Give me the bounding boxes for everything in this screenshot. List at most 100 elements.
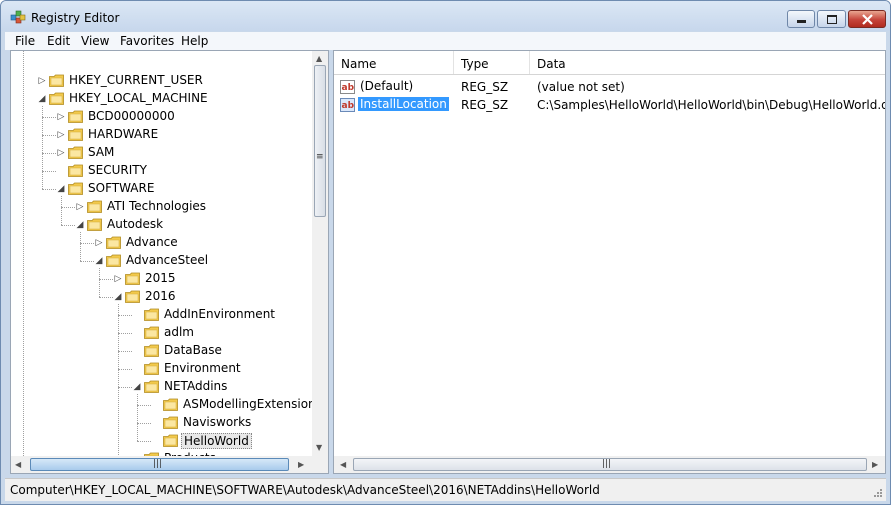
folder-icon xyxy=(106,254,121,267)
scroll-down-icon[interactable]: ▼ xyxy=(316,443,322,452)
expanded-arrow-icon[interactable]: ◢ xyxy=(94,256,104,266)
scroll-right-icon[interactable]: ▶ xyxy=(872,460,878,469)
close-icon xyxy=(862,14,873,25)
grip-icon: ≡ xyxy=(316,152,324,162)
tree-connector xyxy=(42,171,56,172)
tree-node-label: BCD00000000 xyxy=(88,109,175,123)
list-hscroll-thumb[interactable]: ||| xyxy=(353,458,867,471)
close-button[interactable] xyxy=(848,10,886,28)
tree-node-label: NETAddins xyxy=(164,379,228,393)
minimize-icon xyxy=(797,20,806,23)
tree-connector xyxy=(61,225,75,226)
window-title: Registry Editor xyxy=(31,11,120,25)
expanded-arrow-icon[interactable]: ◢ xyxy=(56,184,66,194)
tree-connector xyxy=(137,405,151,406)
value-data: (value not set) xyxy=(537,80,625,94)
value-row[interactable]: ab InstallLocation REG_SZ C:\Samples\Hel… xyxy=(334,96,885,114)
tree-node-label: Advance xyxy=(126,235,178,249)
grip-icon: ||| xyxy=(153,459,163,469)
collapsed-arrow-icon[interactable]: ▷ xyxy=(75,202,85,212)
tree-connector xyxy=(118,351,132,352)
folder-icon xyxy=(144,362,159,375)
tree-connector xyxy=(80,232,81,261)
value-name: InstallLocation xyxy=(358,97,449,111)
registry-tree[interactable]: ▷ HKEY_CURRENT_USER ◢ HKEY_LOCAL_MACHINE ▷ BC… xyxy=(10,50,329,474)
tree-connector xyxy=(42,189,56,190)
string-value-icon: ab xyxy=(340,80,355,94)
tree-node-label: 2015 xyxy=(145,271,176,285)
tree-node-label: Navisworks xyxy=(183,415,252,429)
value-type: REG_SZ xyxy=(461,80,509,94)
folder-icon xyxy=(144,344,159,357)
registry-editor-window: Registry Editor File Edit View Favorites… xyxy=(0,0,891,505)
string-value-icon: ab xyxy=(340,98,355,112)
folder-icon xyxy=(49,74,64,87)
folder-icon xyxy=(106,236,121,249)
tree-horizontal-scrollbar[interactable]: ◀ ||| ▶ xyxy=(11,456,328,473)
tree-connector xyxy=(99,279,113,280)
menu-help[interactable]: Help xyxy=(181,34,208,48)
tree-connector xyxy=(118,387,132,388)
tree-connector xyxy=(23,51,24,456)
value-row[interactable]: ab (Default) REG_SZ (value not set) xyxy=(334,78,885,96)
tree-scroll-thumb[interactable]: ≡ xyxy=(314,65,326,217)
column-data[interactable]: Data xyxy=(530,51,885,74)
folder-icon xyxy=(68,164,83,177)
scroll-left-icon[interactable]: ◀ xyxy=(15,460,21,469)
menu-bar: File Edit View Favorites Help xyxy=(5,32,886,50)
collapsed-arrow-icon[interactable]: ▷ xyxy=(56,130,66,140)
tree-node-label: SOFTWARE xyxy=(88,181,155,195)
expanded-arrow-icon[interactable]: ◢ xyxy=(113,292,123,302)
tree-node-label: AddInEnvironment xyxy=(164,307,275,321)
tree-node-label: SAM xyxy=(88,145,115,159)
folder-icon xyxy=(68,128,83,141)
key-path: Computer\HKEY_LOCAL_MACHINE\SOFTWARE\Aut… xyxy=(10,483,600,497)
tree-connector xyxy=(99,297,113,298)
expanded-arrow-icon[interactable]: ◢ xyxy=(37,94,47,104)
expanded-arrow-icon[interactable]: ◢ xyxy=(75,220,85,230)
menu-view[interactable]: View xyxy=(81,34,109,48)
column-header: Name Type Data xyxy=(334,51,885,75)
tree-connector xyxy=(61,196,62,225)
collapsed-arrow-icon[interactable]: ▷ xyxy=(56,112,66,122)
collapsed-arrow-icon[interactable]: ▷ xyxy=(37,76,47,86)
tree-connector xyxy=(118,315,132,316)
values-list[interactable]: Name Type Data ab (Default) REG_SZ (valu… xyxy=(333,50,886,474)
scroll-up-icon[interactable]: ▲ xyxy=(316,54,322,63)
folder-icon xyxy=(68,182,83,195)
tree-vertical-scrollbar[interactable]: ▲ ≡ ▼ xyxy=(312,51,328,456)
tree-connector xyxy=(80,243,94,244)
scroll-right-icon[interactable]: ▶ xyxy=(298,460,304,469)
tree-node-label: ATI Technologies xyxy=(107,199,207,213)
folder-icon xyxy=(87,218,102,231)
scroll-left-icon[interactable]: ◀ xyxy=(340,460,346,469)
list-horizontal-scrollbar[interactable]: ◀ ||| ▶ xyxy=(334,456,885,473)
folder-icon xyxy=(87,200,102,213)
grip-icon: ||| xyxy=(602,459,612,469)
folder-icon xyxy=(68,110,83,123)
menu-file[interactable]: File xyxy=(15,34,35,48)
folder-icon xyxy=(125,290,140,303)
collapsed-arrow-icon[interactable]: ▷ xyxy=(56,148,66,158)
menu-favorites[interactable]: Favorites xyxy=(120,34,174,48)
collapsed-arrow-icon[interactable]: ▷ xyxy=(113,274,123,284)
expanded-arrow-icon[interactable]: ◢ xyxy=(132,382,142,392)
maximize-button[interactable] xyxy=(817,10,846,28)
registry-editor-icon xyxy=(10,10,26,24)
tree-hscroll-thumb[interactable]: ||| xyxy=(30,458,289,471)
tree-node-label: Environment xyxy=(164,361,241,375)
folder-icon xyxy=(49,92,64,105)
folder-icon xyxy=(125,272,140,285)
tree-node-label: HKEY_LOCAL_MACHINE xyxy=(69,91,208,105)
folder-icon xyxy=(68,146,83,159)
resize-grip-icon[interactable] xyxy=(873,488,883,498)
tree-connector xyxy=(137,423,151,424)
column-name[interactable]: Name xyxy=(334,51,454,74)
column-type[interactable]: Type xyxy=(454,51,530,74)
title-bar[interactable]: Registry Editor xyxy=(1,1,890,31)
menu-edit[interactable]: Edit xyxy=(47,34,70,48)
collapsed-arrow-icon[interactable]: ▷ xyxy=(94,238,104,248)
minimize-button[interactable] xyxy=(787,10,815,28)
tree-node-label: HelloWorld xyxy=(181,433,252,449)
folder-icon xyxy=(163,398,178,411)
